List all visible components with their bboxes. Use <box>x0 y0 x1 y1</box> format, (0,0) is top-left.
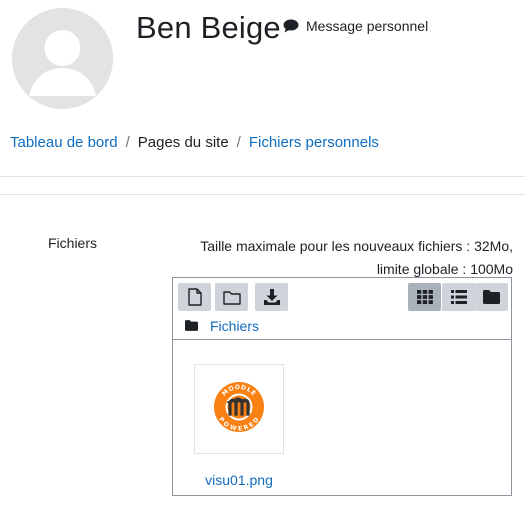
add-file-button[interactable] <box>178 283 211 311</box>
divider <box>0 176 525 177</box>
breadcrumb-separator: / <box>236 134 241 151</box>
user-avatar <box>12 8 113 109</box>
chat-bubble-icon <box>283 19 299 33</box>
path-root-link[interactable]: Fichiers <box>210 318 259 334</box>
folder-icon <box>185 318 198 334</box>
create-folder-button[interactable] <box>215 283 248 311</box>
tree-view-icon <box>483 290 500 304</box>
max-file-size-text: Taille maximale pour les nouveaux fichie… <box>200 238 513 254</box>
user-fullname: Ben Beige <box>136 10 281 45</box>
moodle-powered-logo-icon: MOODLE POWERED <box>213 381 265 437</box>
file-name-link[interactable]: visu01.png <box>173 472 301 488</box>
breadcrumb-private-files[interactable]: Fichiers personnels <box>249 134 379 151</box>
message-button[interactable]: Message personnel <box>283 18 428 34</box>
files-field-label: Fichiers <box>48 235 98 251</box>
grid-view-button[interactable] <box>408 283 441 311</box>
list-view-button[interactable] <box>442 283 475 311</box>
download-icon <box>263 288 281 306</box>
file-path: Fichiers <box>185 318 259 334</box>
file-manager: Fichiers MOODLE POWERED visu01.png <box>172 277 512 496</box>
file-add-icon <box>187 288 203 306</box>
file-size-limits: Taille maximale pour les nouveaux fichie… <box>173 235 513 281</box>
list-view-icon <box>450 290 467 304</box>
breadcrumb-separator: / <box>125 134 130 151</box>
file-thumbnail[interactable]: MOODLE POWERED <box>194 364 284 454</box>
tree-view-button[interactable] <box>475 283 508 311</box>
breadcrumb-dashboard[interactable]: Tableau de bord <box>10 134 118 151</box>
breadcrumb-site-pages: Pages du site <box>137 134 229 151</box>
folder-create-icon <box>222 290 241 305</box>
download-all-button[interactable] <box>255 283 288 311</box>
file-manager-toolbar: Fichiers <box>173 278 511 340</box>
grid-view-icon <box>416 290 433 304</box>
message-label: Message personnel <box>306 18 429 34</box>
breadcrumb: Tableau de bord / Pages du site / Fichie… <box>10 134 379 151</box>
divider <box>0 194 525 195</box>
